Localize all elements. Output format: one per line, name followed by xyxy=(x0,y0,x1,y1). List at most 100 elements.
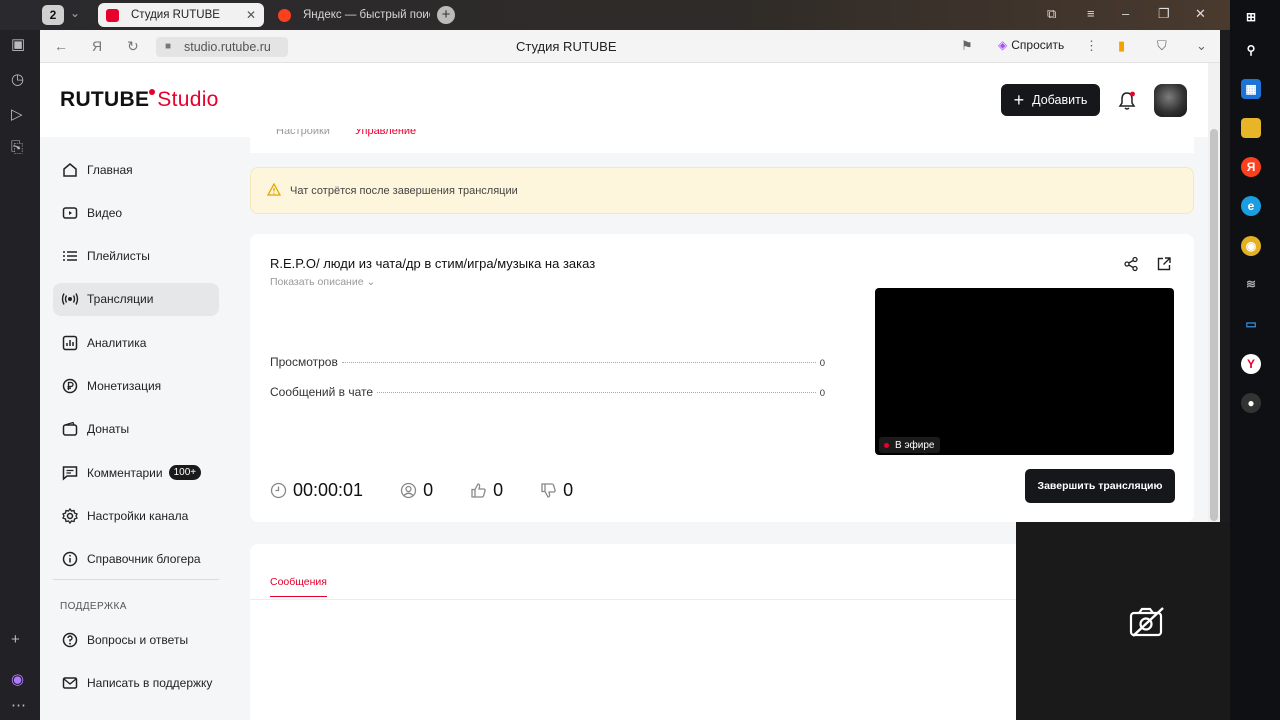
share-icon[interactable] xyxy=(1123,256,1139,277)
minimize-icon[interactable]: – xyxy=(1122,6,1129,21)
edge-icon[interactable]: e xyxy=(1241,196,1261,216)
sidebar-item-analytics[interactable]: Аналитика xyxy=(53,326,219,359)
browser-tab-yandex[interactable]: Яндекс — быстрый поиск xyxy=(270,3,430,27)
sidebar-add-icon[interactable]: + xyxy=(11,631,20,648)
sidebar-item-label: Видео xyxy=(87,205,123,220)
search-icon[interactable]: ⚲ xyxy=(1241,40,1261,60)
url-text: studio.rutube.ru xyxy=(184,40,271,54)
browser-tab-title: Яндекс — быстрый поиск xyxy=(303,9,430,21)
camera-off-icon xyxy=(1129,606,1167,643)
maximize-icon[interactable]: ❐ xyxy=(1158,6,1170,22)
comments-count-badge: 100+ xyxy=(168,465,202,481)
plus-icon: + xyxy=(1013,90,1025,110)
browser-tab-strip: 2 ⌄ Студия RUTUBE ✕ Яндекс — быстрый пои… xyxy=(0,0,1230,30)
yandex-app-icon[interactable]: Я xyxy=(1241,157,1261,177)
sidebar-item-monetization[interactable]: Монетизация xyxy=(53,369,219,402)
notifications-bell-icon[interactable] xyxy=(1118,91,1136,116)
alice-assistant-icon[interactable]: ◉ xyxy=(11,670,24,688)
logo-dot xyxy=(149,89,156,95)
analytics-icon xyxy=(61,334,79,352)
info-icon xyxy=(61,550,79,568)
logo-main-text: RUTUBE xyxy=(60,88,150,111)
more-options-icon[interactable]: ⋮ xyxy=(1085,38,1098,54)
open-external-icon[interactable] xyxy=(1156,256,1172,277)
tab-management[interactable]: Управление xyxy=(355,129,416,137)
sidebar-more-icon[interactable]: ⋯ xyxy=(11,696,26,714)
stat-label: Сообщений в чате xyxy=(270,385,374,399)
studio-sidebar: Главная Видео Плейлисты Трансляции Анали… xyxy=(53,153,219,586)
explorer-icon[interactable] xyxy=(1241,118,1261,138)
end-broadcast-button[interactable]: Завершить трансляцию xyxy=(1025,469,1175,503)
sidebar-item-donations[interactable]: Донаты xyxy=(53,413,219,446)
viewer-icon xyxy=(400,482,417,499)
downloads-icon[interactable]: ⌄ xyxy=(1196,38,1207,54)
lock-icon: ■ xyxy=(165,41,172,52)
chat-messages-stat: Сообщений в чате 0 xyxy=(270,385,825,399)
sidebar-tabs-icon[interactable]: ▣ xyxy=(11,35,25,53)
laptop-icon[interactable]: ▭ xyxy=(1241,314,1261,334)
ask-ai-button[interactable]: ◈ Спросить xyxy=(998,38,1064,52)
browser-menu-icon[interactable]: ≡ xyxy=(1087,6,1095,21)
duration-value: 00:00:01 xyxy=(293,480,364,500)
warning-text: Чат сотрётся после завершения трансляции xyxy=(290,184,518,197)
chevron-down-icon: ⌄ xyxy=(366,276,376,288)
studio-header: RUTUBE Studio + Добавить xyxy=(40,63,1208,137)
add-button[interactable]: + Добавить xyxy=(1001,84,1100,116)
stat-dots xyxy=(377,392,816,393)
sidebar-item-channel-settings[interactable]: Настройки канала xyxy=(53,499,219,532)
url-field[interactable]: ■ studio.rutube.ru xyxy=(156,37,288,57)
back-icon[interactable]: ← xyxy=(54,38,68,54)
windows-start-icon[interactable]: ⊞ xyxy=(1241,7,1261,27)
sidebar-item-label: Справочник блогера xyxy=(87,552,201,567)
comments-icon xyxy=(61,464,79,482)
extension-icon[interactable]: ▮ xyxy=(1118,38,1125,54)
sidebar-item-comments[interactable]: Комментарии 100+ xyxy=(53,456,219,489)
mail-icon xyxy=(61,674,79,692)
stream-preview-player[interactable]: В эфире xyxy=(875,288,1174,455)
yandex-browser-icon[interactable]: Y xyxy=(1241,354,1261,374)
logo-suffix-text: Studio xyxy=(157,88,219,111)
sidebar-item-home[interactable]: Главная xyxy=(53,153,219,186)
tab-count-button[interactable]: 2 xyxy=(42,5,64,25)
viewers-metric: 0 xyxy=(400,480,433,501)
sidebar-item-broadcasts[interactable]: Трансляции xyxy=(53,282,219,316)
browser-tab-studio[interactable]: Студия RUTUBE ✕ xyxy=(98,3,264,27)
close-tab-icon[interactable]: ✕ xyxy=(246,8,256,22)
stat-dots xyxy=(341,362,816,363)
reload-icon[interactable]: ↻ xyxy=(127,38,139,55)
sidebar-screenshot-icon[interactable]: ⎘ xyxy=(11,139,23,156)
close-window-icon[interactable]: ✕ xyxy=(1195,6,1206,22)
new-tab-button[interactable]: + xyxy=(437,6,455,24)
browser-sidebar: ▣ ◷ ▷ ⎘ + ◉ ⋯ xyxy=(0,30,40,720)
tab-settings[interactable]: Настройки xyxy=(276,129,330,137)
scrollbar-thumb[interactable] xyxy=(1210,129,1218,521)
obs-icon[interactable]: ● xyxy=(1241,393,1261,413)
avatar[interactable] xyxy=(1154,84,1187,117)
page-title: Студия RUTUBE xyxy=(516,39,617,54)
app-icon[interactable]: ≋ xyxy=(1241,274,1261,294)
bookmark-icon[interactable]: ⚑ xyxy=(961,38,973,54)
tab-messages[interactable]: Сообщения xyxy=(270,576,327,597)
sidebar-item-faq[interactable]: Вопросы и ответы xyxy=(53,623,219,656)
rutube-favicon-icon xyxy=(106,8,119,22)
sidebar-item-playlists[interactable]: Плейлисты xyxy=(53,240,219,273)
yandex-home-icon[interactable]: Я xyxy=(92,38,102,54)
ask-ai-icon: ◈ xyxy=(998,38,1008,52)
sidebar-item-video[interactable]: Видео xyxy=(53,196,219,229)
sidebar-item-label: Настройки канала xyxy=(87,508,189,523)
sidebar-history-icon[interactable]: ◷ xyxy=(11,70,24,88)
ask-ai-label: Спросить xyxy=(1011,38,1065,52)
show-description-link[interactable]: Показать описание ⌄ xyxy=(270,276,375,288)
sidebar-media-icon[interactable]: ▷ xyxy=(11,105,23,123)
sidebar-item-contact-support[interactable]: Написать в поддержку xyxy=(53,666,219,699)
store-icon[interactable]: ▦ xyxy=(1241,79,1261,99)
gear-icon xyxy=(61,507,79,525)
collections-icon[interactable]: ⧉ xyxy=(1047,6,1056,22)
sidebar-divider xyxy=(53,579,219,580)
live-badge: В эфире xyxy=(879,437,940,453)
chrome-icon[interactable]: ◉ xyxy=(1241,236,1261,256)
rutube-studio-logo[interactable]: RUTUBE Studio xyxy=(60,88,219,112)
tab-list-chevron-icon[interactable]: ⌄ xyxy=(70,6,80,20)
protect-icon[interactable]: ⛉ xyxy=(1157,38,1167,54)
sidebar-item-blogger-guide[interactable]: Справочник блогера xyxy=(53,543,219,576)
